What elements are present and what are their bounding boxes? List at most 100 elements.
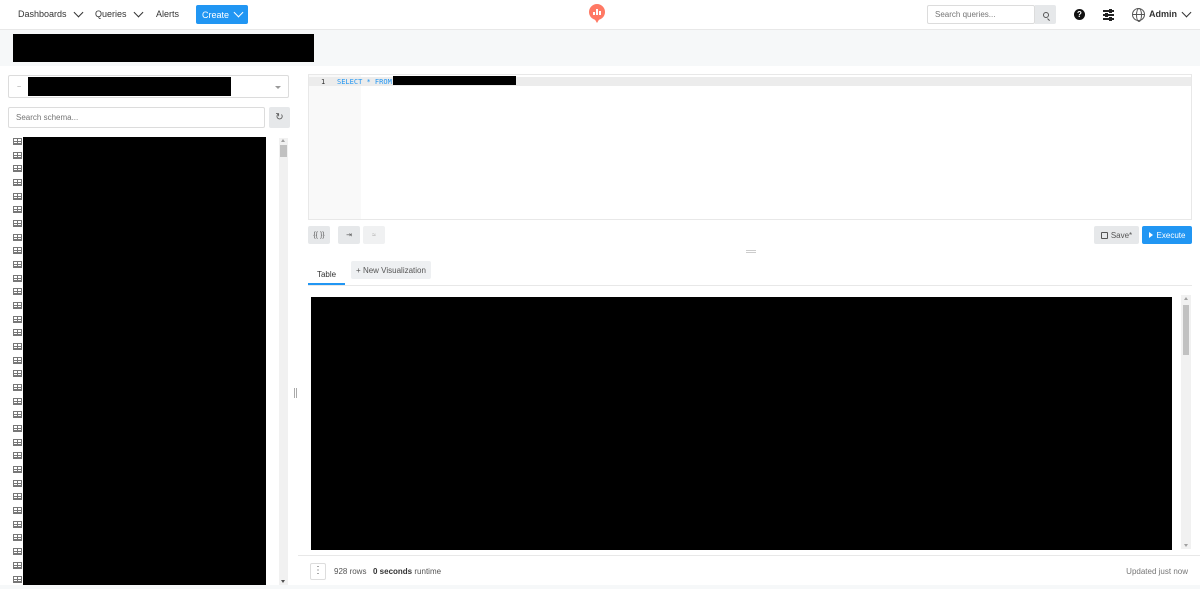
table-icon[interactable] <box>13 220 22 228</box>
execute-button-label: Execute <box>1156 230 1186 240</box>
nav-dashboards-label: Dashboards <box>18 9 67 19</box>
tab-table[interactable]: Table <box>308 264 345 285</box>
nav-alerts-label: Alerts <box>156 9 180 19</box>
nav-dashboards[interactable]: Dashboards <box>18 7 83 19</box>
table-icon[interactable] <box>13 548 22 556</box>
row-count: 928 rows <box>334 567 367 576</box>
table-icon[interactable] <box>13 452 22 460</box>
nav-queries-label: Queries <box>95 9 127 19</box>
help-icon[interactable]: ? <box>1074 9 1085 20</box>
table-icon[interactable] <box>13 534 22 542</box>
table-icon[interactable] <box>13 438 22 446</box>
tabs-divider <box>308 285 1192 286</box>
results-panel: Table + New Visualization <box>298 256 1200 585</box>
save-button-label: Save* <box>1110 230 1133 240</box>
add-parameter-button[interactable]: {{ }} <box>308 226 330 244</box>
settings-sliders-icon[interactable] <box>1103 9 1114 21</box>
table-icon[interactable] <box>13 343 22 351</box>
editor-panel: 1 SELECT * FROM {{ }} ⇥ ≈ Save* Execute <box>298 66 1200 256</box>
table-icon[interactable] <box>13 179 22 187</box>
table-icon[interactable] <box>13 411 22 419</box>
schema-table-names-redacted <box>23 137 266 585</box>
table-icon[interactable] <box>13 479 22 487</box>
refresh-schema-button[interactable]: ↻ <box>269 107 290 128</box>
search-button[interactable] <box>1035 5 1056 24</box>
line-number: 1 <box>321 78 326 86</box>
table-icon[interactable] <box>13 520 22 528</box>
query-code[interactable]: SELECT * FROM <box>337 78 392 86</box>
table-icon[interactable] <box>13 302 22 310</box>
table-icon[interactable] <box>13 315 22 323</box>
query-editor[interactable]: 1 SELECT * FROM <box>308 74 1192 220</box>
create-button-label: Create <box>201 9 229 20</box>
schema-scrollbar[interactable] <box>279 138 288 585</box>
scroll-up-arrow-icon[interactable] <box>1183 297 1188 300</box>
table-icon[interactable] <box>13 247 22 255</box>
search-icon <box>1042 11 1049 18</box>
table-icon[interactable] <box>13 493 22 501</box>
save-icon <box>1100 231 1108 239</box>
editor-gutter <box>309 75 361 219</box>
chevron-down-icon <box>1181 7 1192 17</box>
table-icon[interactable] <box>13 261 22 269</box>
table-icon[interactable] <box>13 151 22 159</box>
refresh-icon: ↻ <box>275 112 284 123</box>
caret-down-icon <box>275 86 281 89</box>
results-scrollbar[interactable] <box>1181 295 1191 549</box>
table-icon[interactable] <box>13 561 22 569</box>
format-query-button[interactable]: ⇥ <box>338 226 360 244</box>
runtime: 0 seconds runtime <box>373 567 441 576</box>
schema-table-list <box>13 138 22 589</box>
results-table-redacted[interactable] <box>311 297 1172 550</box>
table-icon[interactable] <box>13 233 22 241</box>
save-button[interactable]: Save* <box>1094 226 1139 244</box>
autocomplete-icon: ≈ <box>372 231 376 239</box>
query-title-bar <box>0 31 1200 66</box>
schema-search-input[interactable] <box>8 107 265 128</box>
panel-resize-handle[interactable] <box>294 388 297 398</box>
user-menu[interactable]: Admin <box>1149 7 1192 19</box>
nav-queries[interactable]: Queries <box>95 7 143 19</box>
scroll-thumb[interactable] <box>280 145 287 157</box>
user-menu-label: Admin <box>1149 9 1177 19</box>
search-queries-input[interactable] <box>927 5 1035 24</box>
table-icon[interactable] <box>13 274 22 282</box>
chevron-down-icon <box>133 7 143 17</box>
editor-resize-handle[interactable] <box>746 250 756 253</box>
scroll-thumb[interactable] <box>1183 305 1189 355</box>
table-icon[interactable] <box>13 288 22 296</box>
table-icon[interactable] <box>13 575 22 583</box>
execute-button[interactable]: Execute <box>1142 226 1192 244</box>
nav-alerts[interactable]: Alerts <box>156 9 179 19</box>
table-icon[interactable] <box>13 192 22 200</box>
table-icon[interactable] <box>13 425 22 433</box>
data-source-select[interactable]: ~ <box>8 75 289 98</box>
table-icon[interactable] <box>13 356 22 364</box>
runtime-label: runtime <box>414 567 442 576</box>
chevron-down-icon <box>73 7 83 17</box>
table-icon[interactable] <box>13 507 22 515</box>
schema-panel: ~ ↻ <box>0 66 298 585</box>
top-navbar: Dashboards Queries Alerts Create ? Admin <box>0 0 1200 30</box>
table-name-redacted <box>393 76 516 85</box>
scroll-down-arrow-icon[interactable] <box>281 580 285 583</box>
redash-logo-icon[interactable] <box>589 4 605 23</box>
new-visualization-button[interactable]: + New Visualization <box>351 261 431 279</box>
autocomplete-button[interactable]: ≈ <box>363 226 385 244</box>
table-icon[interactable] <box>13 370 22 378</box>
table-icon[interactable] <box>13 466 22 474</box>
more-options-button[interactable]: ⋮ <box>310 563 326 580</box>
updated-status: Updated just now <box>1126 567 1188 576</box>
query-title-redacted[interactable] <box>13 34 314 62</box>
table-icon[interactable] <box>13 329 22 337</box>
table-icon[interactable] <box>13 384 22 392</box>
scroll-down-arrow-icon[interactable] <box>1183 544 1188 547</box>
create-button[interactable]: Create <box>196 5 248 24</box>
scroll-up-arrow-icon[interactable] <box>281 139 285 142</box>
table-icon[interactable] <box>13 397 22 405</box>
table-icon[interactable] <box>13 165 22 173</box>
globe-icon[interactable] <box>1132 8 1145 22</box>
table-icon[interactable] <box>13 138 22 145</box>
table-icon[interactable] <box>13 206 22 214</box>
play-icon <box>1148 232 1153 238</box>
